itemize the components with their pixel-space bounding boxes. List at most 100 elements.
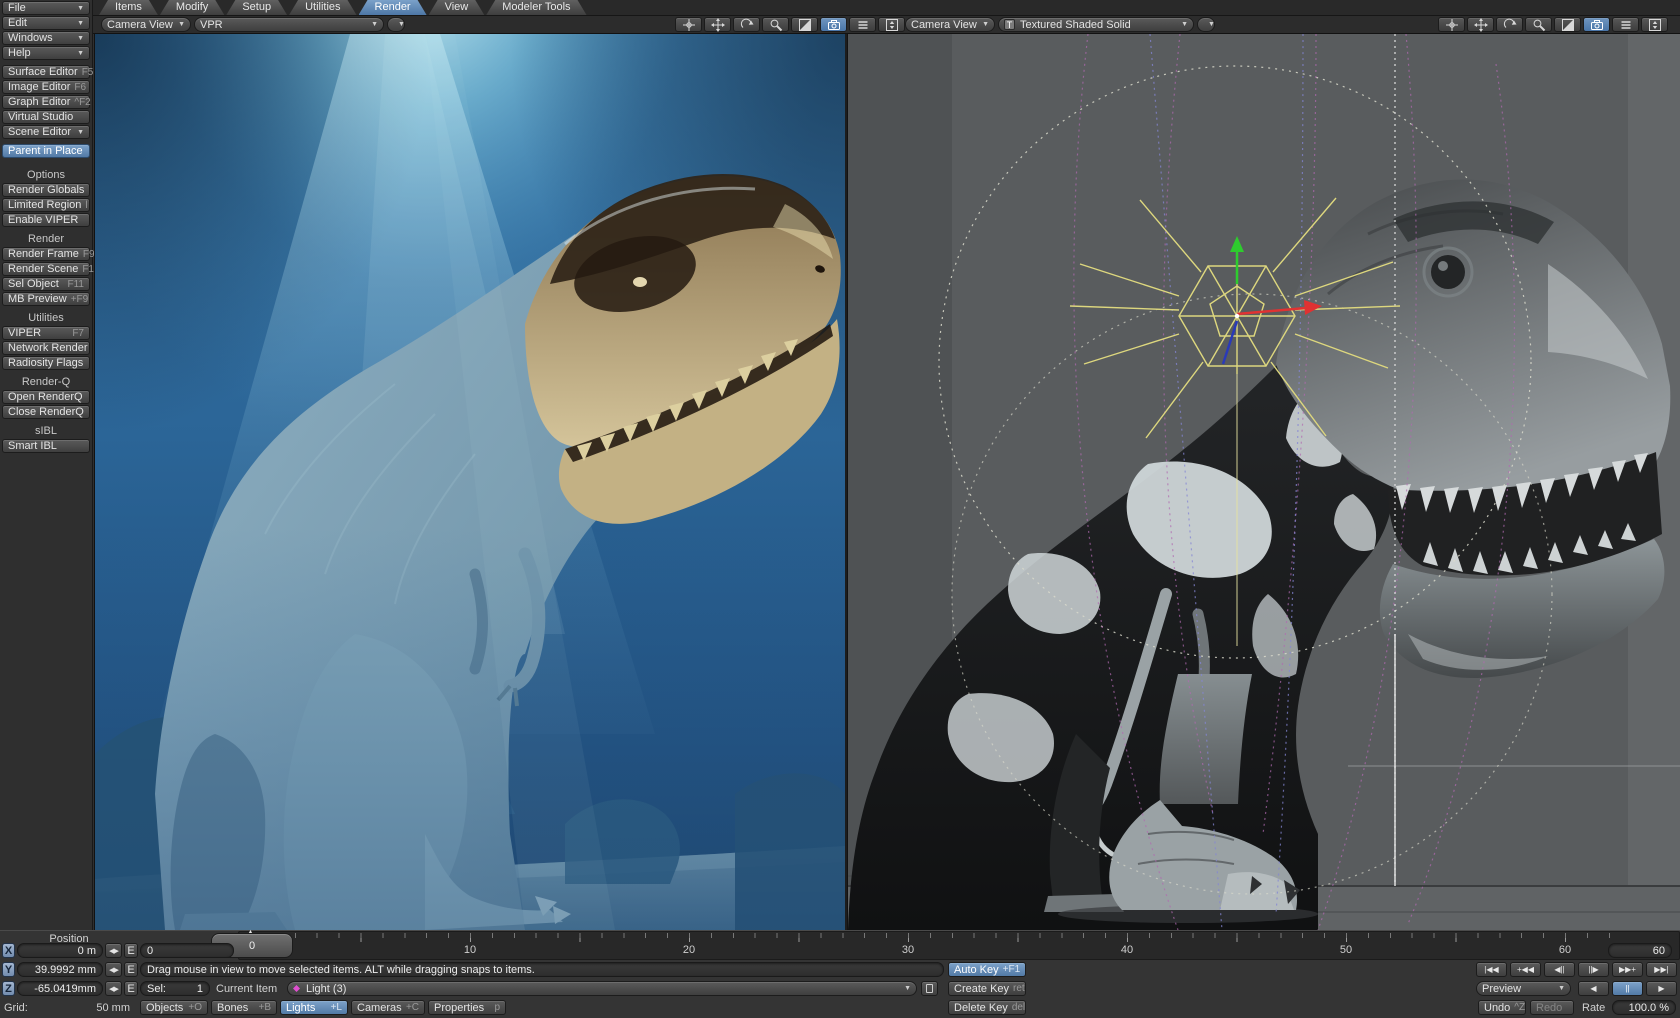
go-to-start-button[interactable]: |◀◀ <box>1476 962 1507 977</box>
menu-file[interactable]: File▼ <box>2 1 90 15</box>
tab-view[interactable]: View <box>429 0 485 15</box>
tab-render[interactable]: Render <box>359 0 427 15</box>
sidebar-header-sibl: sIBL <box>2 425 90 437</box>
item-list-button[interactable] <box>921 981 938 996</box>
sidebar-header-render: Render <box>2 233 90 245</box>
sel-object-button[interactable]: Sel ObjectF11 <box>2 277 90 291</box>
rotate-icon[interactable] <box>1496 17 1523 32</box>
y-envelope-button[interactable]: E <box>124 962 138 977</box>
bones-mode-button[interactable]: Bones+B <box>211 1000 277 1015</box>
expand-icon[interactable] <box>1641 17 1668 32</box>
left-render-mode-dropdown[interactable]: VPR▼ <box>194 17 384 32</box>
parent-in-place-button[interactable]: Parent in Place <box>2 144 90 158</box>
auto-key-button[interactable]: Auto Key+F1 <box>948 962 1026 977</box>
menu-edit[interactable]: Edit▼ <box>2 16 90 30</box>
previous-frame-button[interactable]: ◀|| <box>1544 962 1575 977</box>
tab-items[interactable]: Items <box>99 0 158 15</box>
limited-region-button[interactable]: Limited Regionl <box>2 198 90 212</box>
graph-editor-button[interactable]: Graph Editor^F2 <box>2 95 90 109</box>
scene-editor-button[interactable]: Scene Editor▼ <box>2 125 90 139</box>
last-frame-field[interactable]: 60 <box>1608 943 1672 958</box>
camera-icon[interactable] <box>1583 17 1610 32</box>
z-position-field[interactable]: -65.0419mm <box>17 981 103 996</box>
maximize-icon[interactable] <box>791 17 818 32</box>
y-position-field[interactable]: 39.9992 mm <box>17 962 103 977</box>
left-extra-dropdown[interactable]: ▼ <box>387 17 405 32</box>
right-view-mode-dropdown[interactable]: Camera View▼ <box>905 17 995 32</box>
z-envelope-button[interactable]: E <box>124 981 138 996</box>
chevron-down-icon: ▼ <box>1553 985 1565 992</box>
cameras-mode-button[interactable]: Cameras+C <box>351 1000 425 1015</box>
z-axis-button[interactable]: Z <box>2 981 15 996</box>
tab-utilities[interactable]: Utilities <box>289 0 356 15</box>
image-editor-button[interactable]: Image EditorF6 <box>2 80 90 94</box>
render-globals-button[interactable]: Render Globals <box>2 183 90 197</box>
preview-dropdown[interactable]: Preview▼ <box>1476 981 1571 996</box>
expand-icon[interactable] <box>878 17 905 32</box>
camera-icon[interactable] <box>820 17 847 32</box>
x-stepper[interactable]: ◀▶ <box>105 943 122 958</box>
zoom-icon[interactable] <box>762 17 789 32</box>
menu-help[interactable]: Help▼ <box>2 46 90 60</box>
pan-icon[interactable] <box>704 17 731 32</box>
vpr-render-viewport[interactable] <box>95 34 845 930</box>
next-frame-button[interactable]: ||▶ <box>1578 962 1609 977</box>
enable-viper-button[interactable]: Enable VIPER <box>2 213 90 227</box>
delete-key-button[interactable]: Delete Keydel <box>948 1000 1026 1015</box>
create-key-button[interactable]: Create Keyret <box>948 981 1026 996</box>
right-extra-dropdown[interactable]: ▼ <box>1197 17 1215 32</box>
render-frame-button[interactable]: Render FrameF9 <box>2 247 90 261</box>
tab-modify[interactable]: Modify <box>160 0 224 15</box>
go-to-end-button[interactable]: ▶▶| <box>1646 962 1677 977</box>
timeline-ruler[interactable]: 10 20 30 40 50 60 <box>238 931 1680 960</box>
maximize-icon[interactable] <box>1554 17 1581 32</box>
properties-button[interactable]: Propertiesp <box>428 1000 506 1015</box>
current-frame-field[interactable]: 0 <box>140 943 234 958</box>
rotate-icon[interactable] <box>733 17 760 32</box>
smart-ibl-button[interactable]: Smart IBL <box>2 439 90 453</box>
z-stepper[interactable]: ◀▶ <box>105 981 122 996</box>
current-item-dropdown[interactable]: Light (3)▼ <box>287 981 917 996</box>
open-renderq-button[interactable]: Open RenderQ <box>2 390 90 404</box>
play-reverse-button[interactable]: ◀ <box>1578 981 1609 996</box>
network-render-button[interactable]: Network Render <box>2 341 90 355</box>
tab-setup[interactable]: Setup <box>226 0 287 15</box>
list-icon[interactable] <box>849 17 876 32</box>
surface-editor-button[interactable]: Surface EditorF5 <box>2 65 90 79</box>
mb-preview-button[interactable]: MB Preview+F9 <box>2 292 90 306</box>
x-envelope-button[interactable]: E <box>124 943 138 958</box>
list-icon[interactable] <box>1612 17 1639 32</box>
move-icon[interactable] <box>675 17 702 32</box>
zoom-icon[interactable] <box>1525 17 1552 32</box>
sidebar-header-renderq: Render-Q <box>2 376 90 388</box>
viper-button[interactable]: VIPERF7 <box>2 326 90 340</box>
y-axis-button[interactable]: Y <box>2 962 15 977</box>
render-scene-button[interactable]: Render SceneF10 <box>2 262 90 276</box>
y-stepper[interactable]: ◀▶ <box>105 962 122 977</box>
opengl-shaded-viewport[interactable] <box>848 34 1680 930</box>
tab-modeler-tools[interactable]: Modeler Tools <box>486 0 586 15</box>
pause-button[interactable]: || <box>1612 981 1643 996</box>
objects-mode-button[interactable]: Objects+O <box>140 1000 208 1015</box>
close-renderq-button[interactable]: Close RenderQ <box>2 405 90 419</box>
undo-button[interactable]: Undo^Z <box>1478 1000 1526 1015</box>
menu-windows[interactable]: Windows▼ <box>2 31 90 45</box>
move-icon[interactable] <box>1438 17 1465 32</box>
pan-icon[interactable] <box>1467 17 1494 32</box>
chevron-down-icon: ▼ <box>1176 21 1188 28</box>
viewport-toolbars: Camera View▼ VPR▼ ▼ Camera View▼ TTextur… <box>93 16 1680 34</box>
right-render-mode-dropdown[interactable]: TTextured Shaded Solid▼ <box>998 17 1194 32</box>
x-position-field[interactable]: 0 m <box>17 943 103 958</box>
virtual-studio-button[interactable]: Virtual Studio <box>2 110 90 124</box>
next-key-button[interactable]: ▶▶+ <box>1612 962 1643 977</box>
x-axis-button[interactable]: X <box>2 943 15 958</box>
lights-mode-button[interactable]: Lights+L <box>280 1000 348 1015</box>
timeline-tick-label: 50 <box>1326 944 1366 956</box>
play-button[interactable]: ▶ <box>1646 981 1677 996</box>
redo-button[interactable]: Redo <box>1530 1000 1574 1015</box>
grid-label: Grid: <box>4 1000 28 1015</box>
previous-key-button[interactable]: +◀◀ <box>1510 962 1541 977</box>
left-view-mode-dropdown[interactable]: Camera View▼ <box>101 17 191 32</box>
rate-field[interactable]: 100.0 % <box>1612 1000 1676 1015</box>
radiosity-flags-button[interactable]: Radiosity Flags <box>2 356 90 370</box>
